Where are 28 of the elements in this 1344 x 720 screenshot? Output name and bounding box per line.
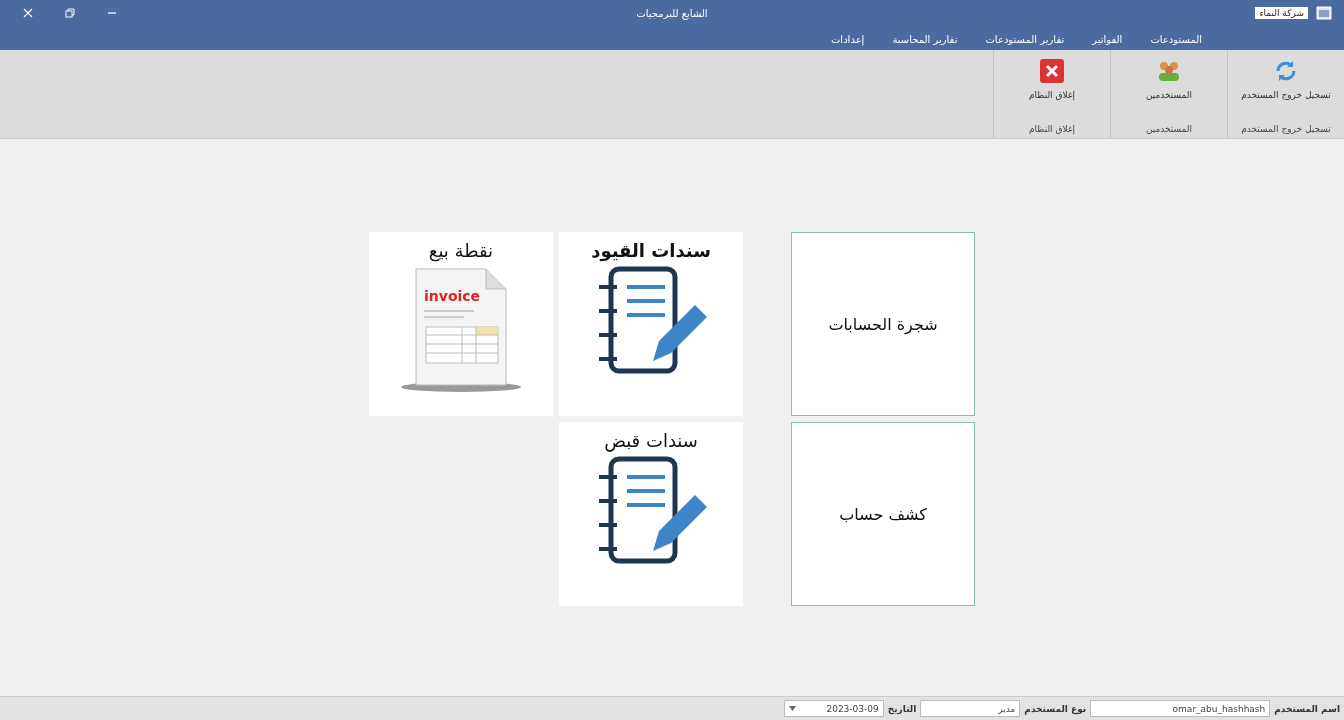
menu-tab[interactable]: تقارير المستودعات: [973, 28, 1077, 50]
menu-tab[interactable]: تقارير المحاسبة: [880, 28, 970, 50]
ribbon-button[interactable]: تسجيل خروج المستخدم: [1239, 56, 1333, 102]
status-label: التاريخ: [887, 703, 917, 714]
menu-tab[interactable]: المستودعات: [1138, 28, 1214, 50]
status-field: مدير: [920, 700, 1021, 717]
ribbon-button[interactable]: المستخدمين: [1143, 56, 1195, 102]
menu-tab[interactable]: الفواتير: [1080, 28, 1135, 50]
status-label: نوع المستخدم: [1024, 703, 1087, 714]
company-field: شركة النماء: [1255, 7, 1308, 20]
group-label: إغلاق النظام: [1028, 124, 1076, 134]
menu-tile[interactable]: سندات قبض: [559, 422, 743, 606]
restore-icon: [65, 8, 75, 19]
close-icon: [23, 8, 33, 19]
dropdown-caret-icon: [788, 706, 796, 711]
close-icon: [1039, 58, 1065, 84]
menu-tile[interactable]: شجرة الحسابات: [791, 232, 975, 416]
status-field: 2023-03-09: [783, 700, 884, 717]
app-icon: [1316, 6, 1332, 21]
menu-tile[interactable]: كشف حساب: [791, 422, 975, 606]
window-title: الشايع للبرمجيات: [636, 7, 708, 19]
menu-tile[interactable]: سندات القيود: [559, 232, 743, 416]
menu-tab[interactable]: إعدادات: [818, 28, 877, 50]
ribbon-button[interactable]: إغلاق النظام: [1026, 56, 1078, 102]
group-label: تسجيل خروج المستخدم: [1241, 124, 1331, 134]
status-label: اسم المستخدم: [1274, 703, 1340, 714]
status-field: omar_abu_hashhash: [1090, 700, 1271, 717]
group-label: المستخدمين: [1145, 124, 1193, 134]
